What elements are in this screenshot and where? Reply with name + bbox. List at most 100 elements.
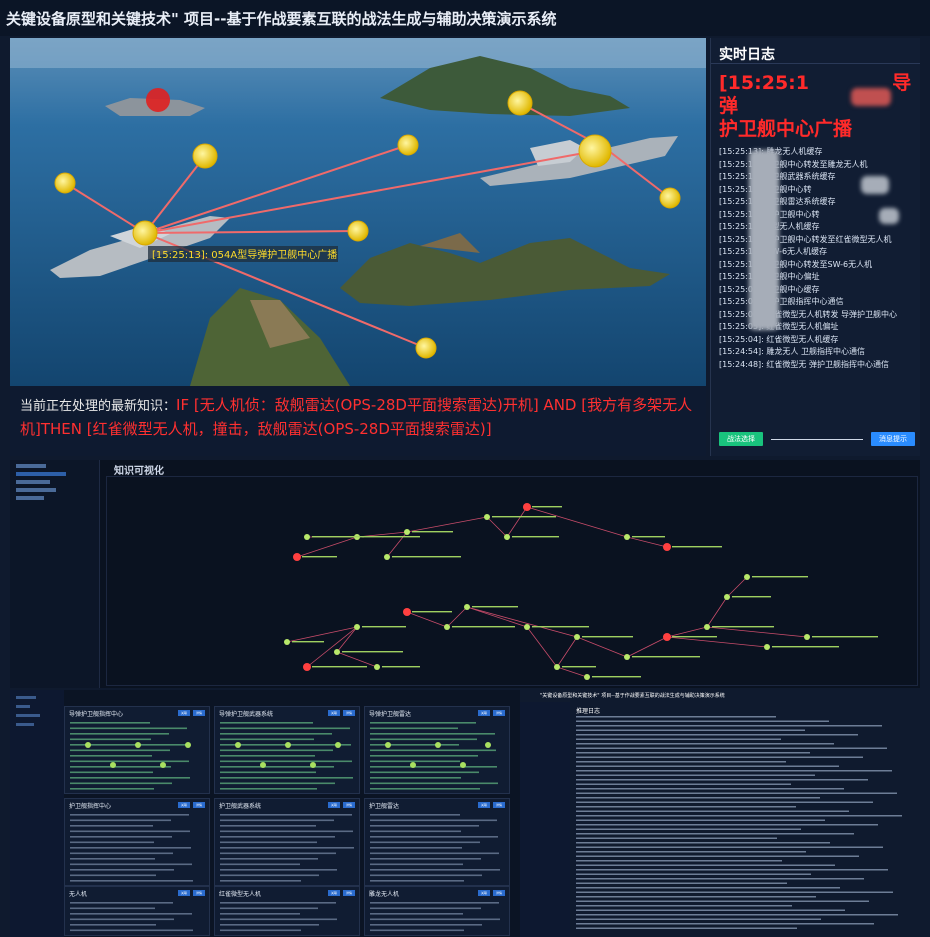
graph-node[interactable] — [334, 649, 340, 655]
graph-node[interactable] — [464, 604, 470, 610]
graph-node[interactable] — [303, 663, 311, 671]
knowledge-panel: 当前正在处理的最新知识：IF [无人机侦：敌舰雷达(OPS-28D平面搜索雷达)… — [10, 386, 706, 456]
graph-node-label — [732, 596, 771, 598]
card-header: 红雀微型无人机 关联 详情 — [215, 887, 359, 899]
log-entry: [15:24:54]: 雕龙无人 卫舰指挥中心通信 — [719, 347, 865, 356]
graph-node-label — [362, 626, 406, 628]
scene-illustration: [15:25:13]: 054A型导弹护卫舰中心广播 — [10, 38, 706, 386]
graph-node[interactable] — [574, 634, 580, 640]
graph-edge — [526, 506, 628, 538]
card-body — [218, 900, 356, 932]
graph-node[interactable] — [584, 674, 590, 680]
graph-node-label — [512, 536, 559, 538]
card-link-button[interactable]: 关联 — [328, 710, 340, 716]
dash-sidebar — [10, 690, 64, 937]
graph-node-label — [632, 536, 665, 538]
graph-node[interactable] — [744, 574, 750, 580]
device-card: 雕龙无人机 关联 详情 — [364, 886, 510, 936]
dash-side-item[interactable] — [16, 723, 34, 726]
card-header: 雕龙无人机 关联 详情 — [365, 887, 509, 899]
card-content-lines — [370, 814, 500, 882]
graph-node[interactable] — [444, 624, 450, 630]
knowledge-graph-svg — [284, 503, 878, 680]
log-entry: [15:25:1 导弹护卫舰中心转发至红雀微型无人机 — [719, 234, 892, 244]
graph-node-label — [312, 536, 364, 538]
redaction-blur — [861, 176, 889, 194]
graph-edge — [666, 626, 708, 638]
card-content-lines — [220, 722, 353, 790]
graph-node[interactable] — [704, 624, 710, 630]
card-detail-button[interactable]: 详情 — [343, 710, 355, 716]
kv-side-item[interactable] — [16, 488, 56, 492]
graph-node[interactable] — [293, 553, 301, 561]
tactics-select-button[interactable]: 战法选择 — [719, 432, 763, 446]
graph-edge — [506, 506, 528, 538]
graph-node[interactable] — [523, 503, 531, 511]
graph-node[interactable] — [663, 543, 671, 551]
kv-title: 知识可视化 — [114, 466, 164, 477]
kv-side-item[interactable] — [16, 480, 50, 484]
card-detail-button[interactable]: 详情 — [493, 890, 505, 896]
card-detail-button[interactable]: 详情 — [343, 890, 355, 896]
log-slider[interactable] — [771, 438, 863, 440]
graph-node[interactable] — [764, 644, 770, 650]
graph-node-label — [412, 531, 453, 533]
kv-side-item[interactable] — [16, 464, 46, 468]
dash-side-item[interactable] — [16, 705, 30, 708]
graph-node[interactable] — [504, 534, 510, 540]
log-title: 实时日志 — [711, 38, 920, 64]
card-detail-button[interactable]: 详情 — [343, 802, 355, 808]
card-body — [68, 812, 206, 882]
card-link-button[interactable]: 关联 — [178, 710, 190, 716]
log-controls: 战法选择 消息提示 — [719, 432, 915, 446]
card-detail-button[interactable]: 详情 — [193, 890, 205, 896]
card-detail-button[interactable]: 详情 — [493, 710, 505, 716]
graph-node[interactable] — [354, 624, 360, 630]
card-link-button[interactable]: 关联 — [178, 890, 190, 896]
graph-node[interactable] — [663, 633, 671, 641]
graph-node-label — [492, 516, 556, 518]
card-link-button[interactable]: 关联 — [328, 802, 340, 808]
card-header: 无人机 关联 详情 — [65, 887, 209, 899]
graph-node[interactable] — [374, 664, 380, 670]
log-entry: [15:25:1 弹护卫舰中心转发至SW-6无人机 — [719, 259, 873, 269]
card-link-button[interactable]: 关联 — [178, 802, 190, 808]
graph-node[interactable] — [404, 529, 410, 535]
graph-node[interactable] — [403, 608, 411, 616]
dash-side-item[interactable] — [16, 696, 36, 699]
graph-node[interactable] — [284, 639, 290, 645]
graph-node[interactable] — [384, 554, 390, 560]
message-hint-button[interactable]: 消息提示 — [871, 432, 915, 446]
device-card: 护卫舰雷达 关联 详情 — [364, 798, 510, 886]
card-detail-button[interactable]: 详情 — [493, 802, 505, 808]
graph-node-label — [712, 626, 774, 628]
dash-side-item[interactable] — [16, 714, 40, 717]
log-entry: [15:25:04]: 红雀微型无人机缓存 — [719, 334, 839, 344]
kv-side-item[interactable] — [16, 472, 66, 476]
card-link-button[interactable]: 关联 — [478, 890, 490, 896]
card-content-lines — [370, 722, 498, 790]
graph-node[interactable] — [554, 664, 560, 670]
card-detail-button[interactable]: 详情 — [193, 710, 205, 716]
kv-side-item[interactable] — [16, 496, 44, 500]
graph-node[interactable] — [304, 534, 310, 540]
graph-edge — [706, 626, 808, 638]
graph-node[interactable] — [804, 634, 810, 640]
graph-node[interactable] — [724, 594, 730, 600]
card-detail-button[interactable]: 详情 — [193, 802, 205, 808]
graph-node[interactable] — [624, 654, 630, 660]
card-link-button[interactable]: 关联 — [478, 802, 490, 808]
card-header: 导弹护卫舰雷达 关联 详情 — [365, 707, 509, 719]
log-entry: [15:25:06]: 红雀微型无人机转发 导弹护卫舰中心 — [719, 309, 897, 319]
card-link-button[interactable]: 关联 — [478, 710, 490, 716]
graph-node[interactable] — [624, 534, 630, 540]
graph-node[interactable] — [484, 514, 490, 520]
card-header: 护卫舰指挥中心 关联 详情 — [65, 799, 209, 811]
log-entry: [15:25:0 导弹护卫舰指挥中心通信 — [719, 297, 844, 306]
card-header: 护卫舰雷达 关联 详情 — [365, 799, 509, 811]
graph-edge — [446, 606, 468, 628]
graph-node[interactable] — [524, 624, 530, 630]
card-body — [68, 900, 206, 932]
knowledge-graph — [106, 476, 918, 686]
card-link-button[interactable]: 关联 — [328, 890, 340, 896]
